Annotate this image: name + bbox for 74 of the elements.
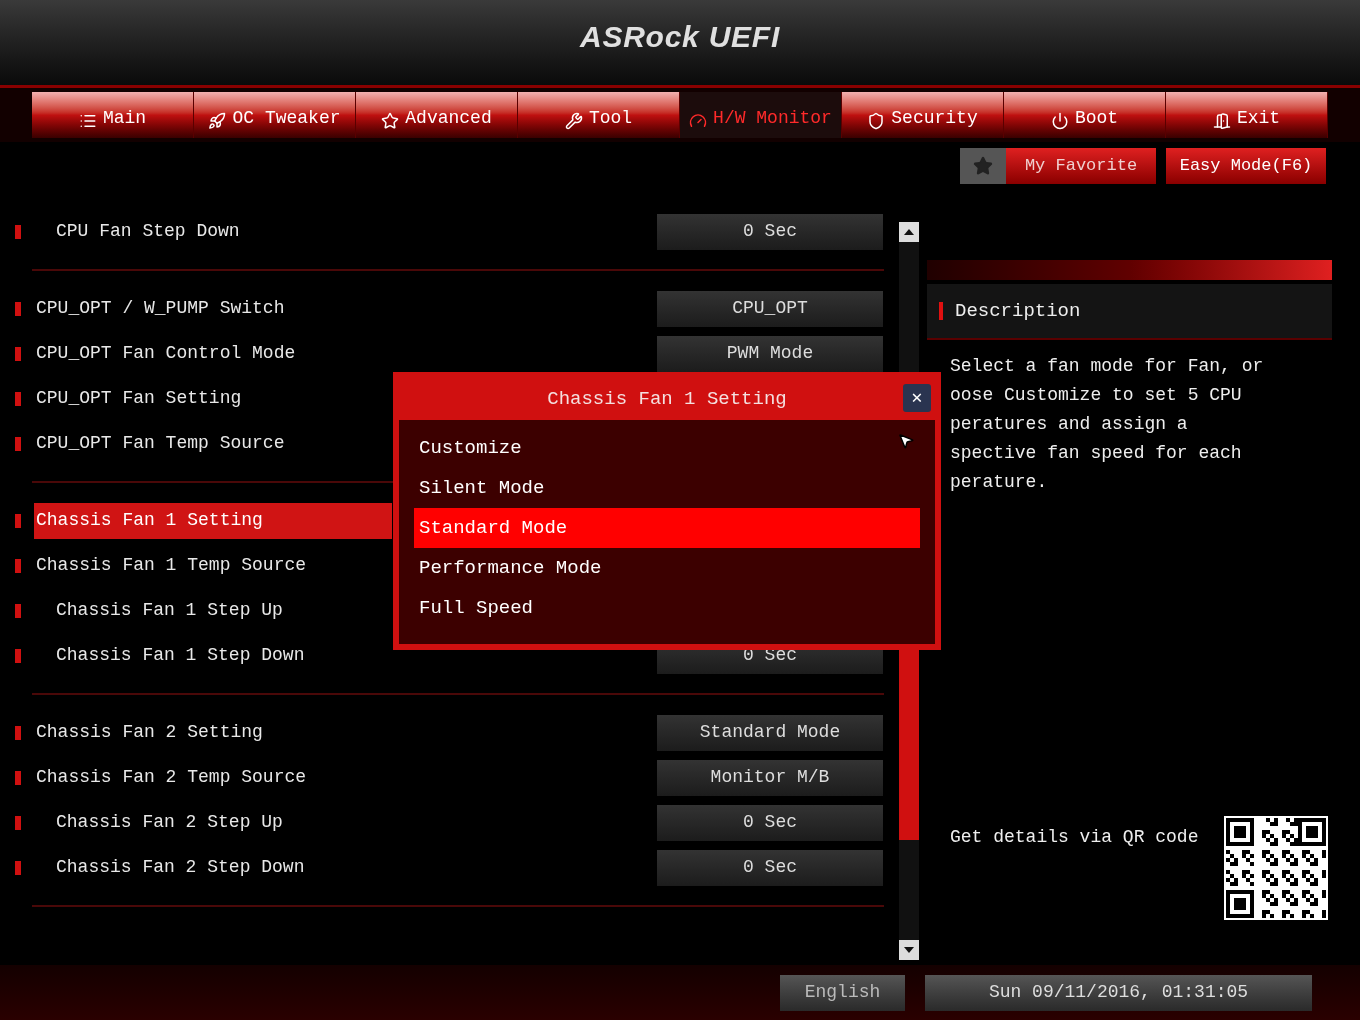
row-marker <box>15 391 21 406</box>
logo: ASRock UEFI <box>580 19 780 55</box>
shield-icon <box>867 112 886 130</box>
gauge-icon <box>689 112 708 130</box>
title-marker <box>939 302 943 320</box>
tab[interactable]: Security <box>842 92 1004 138</box>
setting-value[interactable]: Standard Mode <box>657 714 883 751</box>
row-marker <box>15 436 21 451</box>
description-text: Select a fan mode for Fan, or <box>950 355 1265 378</box>
row-marker <box>15 346 21 361</box>
tab[interactable]: Exit <box>1166 92 1328 138</box>
popup-option[interactable]: Standard Mode <box>414 508 920 548</box>
list-icon <box>78 112 97 130</box>
scroll-down-button[interactable] <box>899 940 919 960</box>
door-icon <box>1212 112 1231 130</box>
row-marker <box>15 815 21 830</box>
setting-label[interactable]: Chassis Fan 1 Step Down <box>34 637 392 674</box>
setting-value[interactable]: 0 Sec <box>657 804 883 841</box>
tab[interactable]: Boot <box>1004 92 1166 138</box>
description-text: perature. <box>950 471 1049 494</box>
tab[interactable]: H/W Monitor <box>680 92 842 138</box>
power-icon <box>1050 112 1069 130</box>
row-marker <box>15 558 21 573</box>
qr-label: Get details via QR code <box>950 826 1199 849</box>
tab[interactable]: Advanced <box>356 92 518 138</box>
setting-label[interactable]: CPU Fan Step Down <box>34 213 392 250</box>
popup-option[interactable]: Full Speed <box>414 588 920 628</box>
setting-label[interactable]: Chassis Fan 2 Step Up <box>34 804 392 841</box>
setting-label[interactable]: CPU_OPT / W_PUMP Switch <box>34 290 392 327</box>
popup-option[interactable]: Customize <box>414 428 920 468</box>
setting-value[interactable]: CPU_OPT <box>657 290 883 327</box>
star-icon <box>381 112 400 130</box>
up-arrow-icon <box>904 229 914 235</box>
description-text: oose Customize to set 5 CPU <box>950 384 1243 407</box>
rocket-icon <box>208 112 227 130</box>
row-marker <box>15 603 21 618</box>
easy-mode-button[interactable]: Easy Mode(F6) <box>1166 148 1326 184</box>
setting-value[interactable]: PWM Mode <box>657 335 883 372</box>
down-arrow-icon <box>904 947 914 953</box>
setting-value[interactable]: Monitor M/B <box>657 759 883 796</box>
description-text: spective fan speed for each <box>950 442 1243 465</box>
setting-label[interactable]: Chassis Fan 1 Temp Source <box>34 547 392 584</box>
row-marker <box>15 301 21 316</box>
mouse-cursor-icon <box>897 432 915 450</box>
row-marker <box>15 725 21 740</box>
tab[interactable]: Tool <box>518 92 680 138</box>
row-marker <box>15 513 21 528</box>
date-time: Sun 09/11/2016, 01:31:05 <box>925 974 1312 1011</box>
row-marker <box>15 860 21 875</box>
close-button[interactable]: ✕ <box>903 384 931 412</box>
setting-label[interactable]: Chassis Fan 1 Setting <box>34 502 392 539</box>
setting-label[interactable]: Chassis Fan 1 Step Up <box>34 592 392 629</box>
my-favorite-button[interactable]: My Favorite <box>1006 148 1156 184</box>
popup-option[interactable]: Silent Mode <box>414 468 920 508</box>
row-marker <box>15 648 21 663</box>
tab[interactable]: Main <box>32 92 194 138</box>
setting-label[interactable]: Chassis Fan 2 Temp Source <box>34 759 392 796</box>
row-marker <box>15 224 21 239</box>
setting-label[interactable]: CPU_OPT Fan Setting <box>34 380 392 417</box>
language-button[interactable]: English <box>780 974 905 1011</box>
popup-title: Chassis Fan 1 Setting <box>547 386 787 412</box>
description-text: peratures and assign a <box>950 413 1189 436</box>
row-marker <box>15 770 21 785</box>
setting-value[interactable]: 0 Sec <box>657 849 883 886</box>
scroll-up-button[interactable] <box>899 222 919 242</box>
setting-label[interactable]: CPU_OPT Fan Temp Source <box>34 425 392 462</box>
setting-label[interactable]: Chassis Fan 2 Step Down <box>34 849 392 886</box>
setting-value[interactable]: 0 Sec <box>657 213 883 250</box>
tab[interactable]: OC Tweaker <box>194 92 356 138</box>
wrench-icon <box>564 112 583 130</box>
setting-label[interactable]: CPU_OPT Fan Control Mode <box>34 335 392 372</box>
popup-option[interactable]: Performance Mode <box>414 548 920 588</box>
setting-label[interactable]: Chassis Fan 2 Setting <box>34 714 392 751</box>
description-title: Description <box>955 298 1081 324</box>
